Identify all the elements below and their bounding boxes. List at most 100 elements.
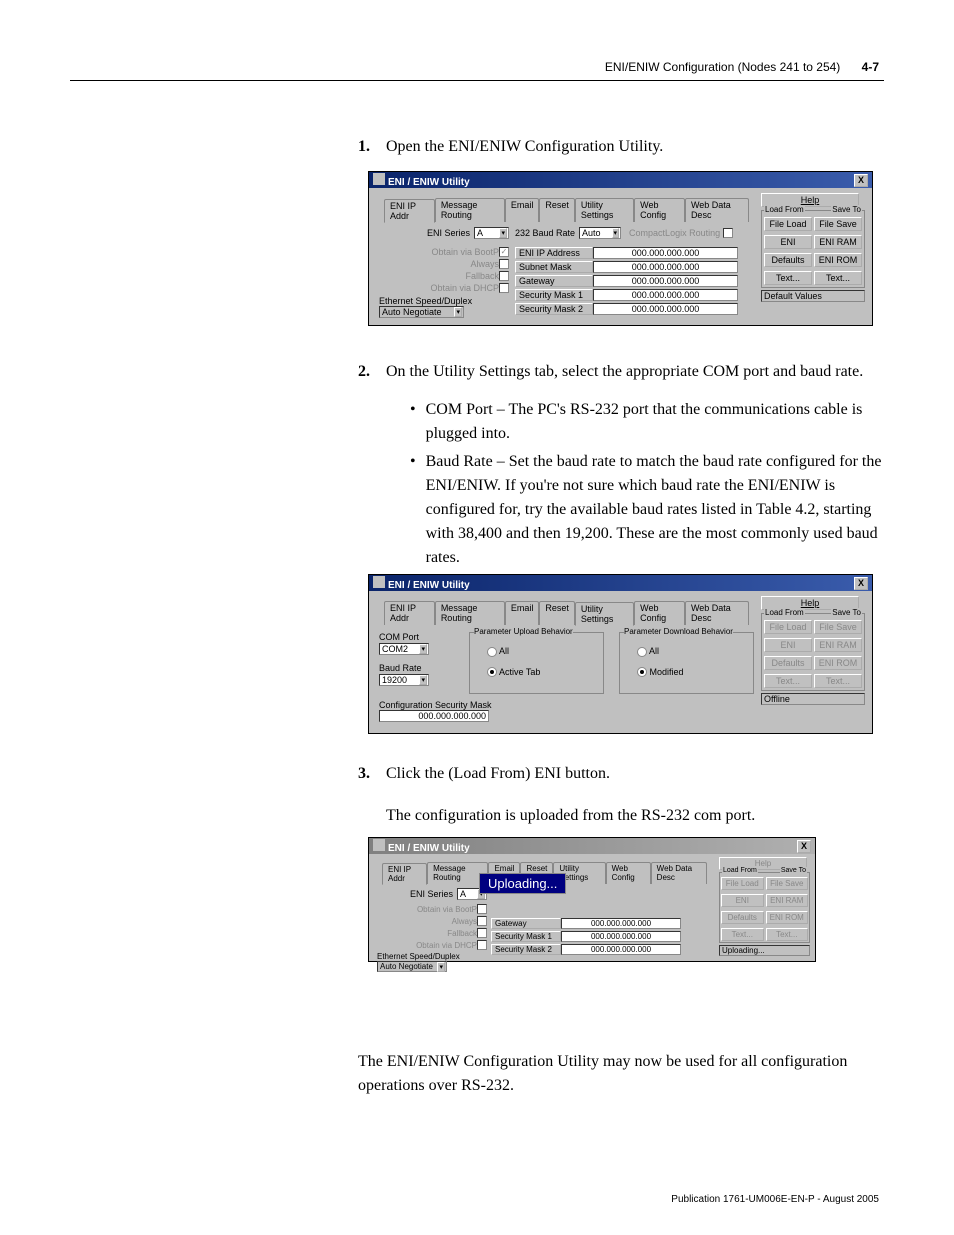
fallback-checkbox[interactable] — [477, 928, 487, 938]
tab-email[interactable]: Email — [505, 601, 540, 625]
eni-ram-button[interactable]: ENI RAM — [766, 894, 809, 907]
file-load-button[interactable]: File Load — [764, 217, 812, 231]
sec1-value[interactable]: 000.000.000.000 — [593, 289, 738, 301]
auto-neg-dropdown[interactable]: Auto Negotiate — [379, 306, 464, 318]
eni-series-dropdown[interactable]: A — [474, 227, 509, 239]
file-save-button[interactable]: File Save — [766, 877, 809, 890]
obtain-bootp-checkbox[interactable]: ✓ — [499, 247, 509, 257]
step-num: 2. — [358, 360, 386, 384]
header-rule — [70, 80, 884, 81]
titlebar: ENI / ENIW Utility X — [369, 575, 872, 591]
com-port-dropdown[interactable]: COM2 — [379, 643, 429, 655]
step-text: Click the (Load From) ENI button. — [386, 765, 610, 782]
gateway-value[interactable]: 000.000.000.000 — [593, 275, 738, 287]
com-port-label: COM Port — [379, 632, 419, 642]
eni-rom-button[interactable]: ENI ROM — [814, 253, 862, 267]
tab-eni-ip[interactable]: ENI IP Addr — [384, 199, 435, 223]
tab-email[interactable]: Email — [505, 198, 540, 222]
baud-rate-dropdown[interactable]: 19200 — [379, 674, 429, 686]
tab-reset[interactable]: Reset — [539, 198, 575, 222]
status-bar: Uploading... — [719, 945, 810, 956]
defaults-button[interactable]: Defaults — [764, 656, 812, 670]
tab-msg-routing[interactable]: Message Routing — [435, 198, 505, 222]
defaults-button[interactable]: Defaults — [721, 911, 764, 924]
save-to-label: Save To — [831, 205, 862, 214]
cfg-sec-mask-label: Configuration Security Mask — [379, 700, 754, 710]
text-save-button[interactable]: Text... — [814, 271, 862, 285]
close-button[interactable]: X — [797, 840, 811, 853]
text-save-button[interactable]: Text... — [814, 674, 862, 688]
download-modified-label: Modified — [650, 667, 684, 677]
tab-msg-routing[interactable]: Message Routing — [435, 601, 505, 625]
download-all-radio[interactable] — [637, 647, 647, 657]
text-load-button[interactable]: Text... — [764, 674, 812, 688]
save-to-label: Save To — [780, 867, 807, 874]
tab-reset[interactable]: Reset — [539, 601, 575, 625]
fallback-checkbox[interactable] — [499, 271, 509, 281]
screenshot-2: ENI / ENIW Utility X ENI IP Addr Message… — [368, 574, 873, 734]
eth-speed-label: Ethernet Speed/Duplex — [377, 952, 487, 961]
ip-addr-value[interactable]: 000.000.000.000 — [593, 247, 738, 259]
file-load-button[interactable]: File Load — [721, 877, 764, 890]
tab-web-data[interactable]: Web Data Desc — [651, 862, 707, 884]
bullet-text: Baud Rate – Set the baud rate to match t… — [426, 450, 888, 570]
tab-web-data[interactable]: Web Data Desc — [685, 601, 749, 625]
eni-button[interactable]: ENI — [721, 894, 764, 907]
obtain-bootp-label: Obtain via BootP — [431, 247, 499, 257]
status-bar: Offline — [761, 693, 865, 705]
obtain-dhcp-checkbox[interactable] — [477, 940, 487, 950]
upload-active-radio[interactable] — [487, 667, 497, 677]
text-load-button[interactable]: Text... — [764, 271, 812, 285]
clogix-checkbox[interactable] — [723, 228, 733, 238]
baud-232-dropdown[interactable]: Auto — [579, 227, 621, 239]
eni-button[interactable]: ENI — [764, 235, 812, 249]
tab-util[interactable]: Utility Settings — [575, 602, 634, 626]
defaults-button[interactable]: Defaults — [764, 253, 812, 267]
subnet-value[interactable]: 000.000.000.000 — [593, 261, 738, 273]
text-load-button[interactable]: Text... — [721, 928, 764, 941]
close-button[interactable]: X — [854, 174, 868, 187]
tab-eni-ip[interactable]: ENI IP Addr — [382, 863, 427, 885]
tab-web-config[interactable]: Web Config — [634, 601, 685, 625]
obtain-dhcp-checkbox[interactable] — [499, 283, 509, 293]
screenshot-3: ENI / ENIW Utility X ENI IP Addr Message… — [368, 837, 816, 962]
tab-eni-ip[interactable]: ENI IP Addr — [384, 601, 435, 625]
file-save-button[interactable]: File Save — [814, 620, 862, 634]
sec2-value[interactable]: 000.000.000.000 — [593, 303, 738, 315]
download-modified-radio[interactable] — [637, 667, 647, 677]
step-num: 3. — [358, 762, 386, 786]
eni-rom-button[interactable]: ENI ROM — [814, 656, 862, 670]
sec1-value[interactable]: 000.000.000.000 — [561, 931, 681, 942]
eni-ram-button[interactable]: ENI RAM — [814, 638, 862, 652]
tab-util[interactable]: Utility Settings — [575, 198, 634, 222]
titlebar: ENI / ENIW Utility X — [369, 172, 872, 188]
tab-web-data[interactable]: Web Data Desc — [685, 198, 749, 222]
always-checkbox[interactable] — [477, 916, 487, 926]
eni-button[interactable]: ENI — [764, 638, 812, 652]
bullet-baud-rate: • Baud Rate – Set the baud rate to match… — [410, 450, 888, 570]
step-num: 1. — [358, 135, 386, 159]
obtain-bootp-checkbox[interactable] — [477, 904, 487, 914]
file-save-button[interactable]: File Save — [814, 217, 862, 231]
header-title: ENI/ENIW Configuration (Nodes 241 to 254… — [605, 60, 840, 74]
file-load-button[interactable]: File Load — [764, 620, 812, 634]
title: ENI / ENIW Utility — [388, 580, 470, 591]
sec2-value[interactable]: 000.000.000.000 — [561, 944, 681, 955]
text-save-button[interactable]: Text... — [766, 928, 809, 941]
eni-ram-button[interactable]: ENI RAM — [814, 235, 862, 249]
cfg-sec-mask-input[interactable]: 000.000.000.000 — [379, 710, 489, 722]
baud-232-label: 232 Baud Rate — [515, 228, 575, 238]
auto-neg-dropdown[interactable]: Auto Negotiate — [377, 961, 447, 972]
titlebar: ENI / ENIW Utility X — [369, 838, 815, 854]
upload-all-radio[interactable] — [487, 647, 497, 657]
close-button[interactable]: X — [854, 577, 868, 590]
always-checkbox[interactable] — [499, 259, 509, 269]
eni-rom-button[interactable]: ENI ROM — [766, 911, 809, 924]
step-text: Open the ENI/ENIW Configuration Utility. — [386, 138, 663, 155]
app-icon — [373, 839, 385, 851]
tab-web-config[interactable]: Web Config — [634, 198, 685, 222]
gateway-value[interactable]: 000.000.000.000 — [561, 918, 681, 929]
tab-web-config[interactable]: Web Config — [606, 862, 651, 884]
fallback-label: Fallback — [465, 271, 499, 281]
status-bar: Default Values — [761, 290, 865, 302]
